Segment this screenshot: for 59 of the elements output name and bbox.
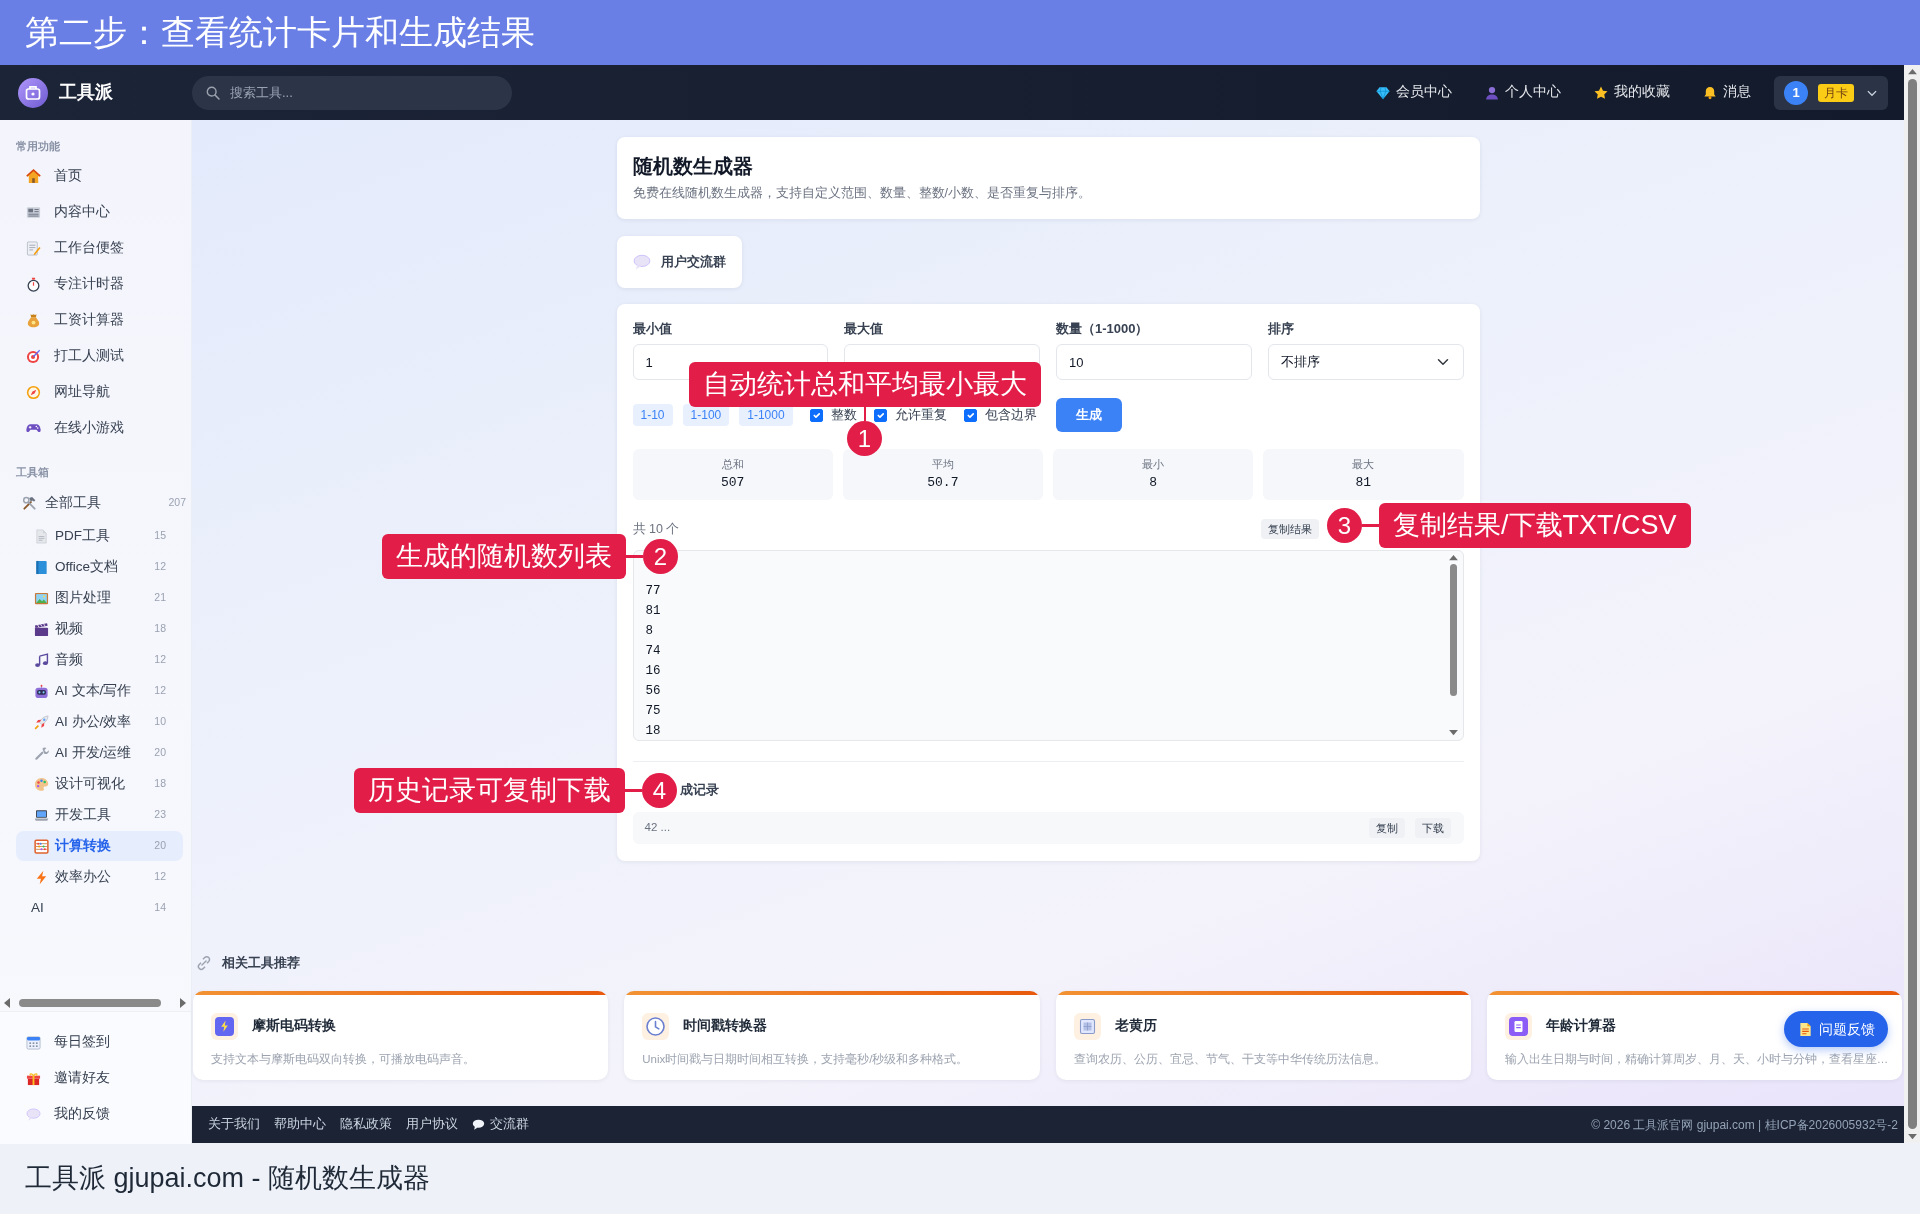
item-count: 12 (154, 559, 166, 575)
item-count: 12 (154, 683, 166, 699)
item-count: 12 (154, 869, 166, 885)
stat-label: 总和 (720, 457, 745, 471)
stat-value: 8 (1148, 475, 1159, 491)
callout-tooltip: 生成的随机数列表 (382, 534, 626, 579)
result-value: 74 (645, 643, 661, 660)
result-value: 75 (645, 703, 661, 720)
result-value: 77 (645, 583, 661, 600)
history-heading: 成记录 (679, 782, 719, 798)
callout-tooltip: 复制结果/下载TXT/CSV (1379, 503, 1691, 548)
history-text: 42 ... (644, 820, 671, 836)
stat-value: 81 (1354, 475, 1373, 491)
item-count: 207 (168, 495, 186, 511)
membership-tag: 月卡 (1818, 83, 1854, 102)
stat-label: 平均 (930, 457, 955, 471)
result-value: 16 (645, 663, 661, 680)
tool-name: 摩斯电码转换 (252, 1017, 336, 1036)
item-count: 15 (154, 528, 166, 544)
tool-summary: Unix时间戳与日期时间相互转换，支持毫秒/秒级和多种格式。 (642, 1052, 969, 1067)
item-count: 21 (154, 590, 166, 606)
callout-tooltip: 历史记录可复制下载 (354, 768, 625, 813)
avatar: 1 (1784, 80, 1808, 105)
stat-label: 最大 (1351, 457, 1376, 471)
result-value: 8 (645, 623, 653, 640)
item-count: 10 (154, 714, 166, 730)
stat-value: 507 (719, 475, 746, 491)
result-value: 81 (645, 603, 661, 620)
callout-tooltip: 自动统计总和平均最小最大 (688, 362, 1041, 407)
field-label: 最大值 (844, 321, 884, 337)
field-label: 数量（1-1000） (1056, 321, 1149, 337)
tool-name: 老黄历 (1114, 1017, 1157, 1036)
item-count: 20 (154, 838, 166, 854)
tool-title: 随机数生成器 (632, 154, 753, 178)
tool-name: 时间戳转换器 (683, 1017, 768, 1036)
result-value: 18 (645, 723, 661, 740)
section-heading: 工具箱 (15, 465, 50, 480)
item-count: 20 (154, 745, 166, 761)
item-count: 23 (154, 807, 166, 823)
tool-summary: 支持文本与摩斯电码双向转换，可播放电码声音。 (211, 1052, 475, 1067)
item-count: 14 (154, 900, 166, 916)
section-heading: 常用功能 (15, 139, 61, 154)
copyright-text: © 2026 工具派官网 gjupai.com | 桂ICP备2026005932号-2 (1591, 1116, 1898, 1134)
tool-summary: 查询农历、公历、宜忌、节气、干支等中华传统历法信息。 (1073, 1052, 1386, 1067)
stat-label: 最小 (1141, 457, 1166, 471)
item-count: 12 (154, 652, 166, 668)
tool-description: 免费在线随机数生成器，支持自定义范围、数量、整数/小数、是否重复与排序。 (632, 186, 1091, 201)
field-label: 排序 (1267, 321, 1294, 337)
item-count: 18 (154, 621, 166, 637)
result-count: 共 10 个 (632, 520, 680, 538)
field-label: 最小值 (632, 321, 672, 337)
section-title: 相关工具推荐 (222, 954, 300, 973)
item-count: 18 (154, 776, 166, 792)
tool-name: 年龄计算器 (1545, 1017, 1616, 1036)
step-heading: 第二步：查看统计卡片和生成结果 (0, 0, 1920, 65)
result-value: 56 (645, 683, 661, 700)
stat-value: 50.7 (926, 475, 960, 491)
tool-summary: 输入出生日期与时间，精确计算周岁、月、天、小时与分钟，查看星座… (1504, 1052, 1889, 1067)
caption: 工具派 gjupai.com - 随机数生成器 (0, 1143, 1920, 1214)
